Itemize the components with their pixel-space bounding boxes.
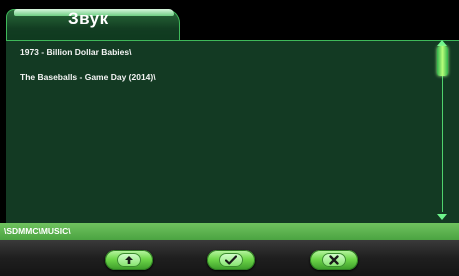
file-list: 1973 - Billion Dollar Babies\ The Baseba… [6,41,426,221]
scrollbar-track[interactable] [442,52,443,212]
list-item-folder-1[interactable]: 1973 - Billion Dollar Babies\ [20,47,131,57]
list-item-folder-2[interactable]: The Baseballs - Game Day (2014)\ [20,72,156,82]
scrollbar-thumb[interactable] [437,46,448,76]
checkmark-icon [225,255,237,265]
scroll-down-arrow-icon[interactable] [437,214,447,220]
file-list-panel: 1973 - Billion Dollar Babies\ The Baseba… [6,40,459,223]
path-bar: \SDMMC\MUSIC\ [0,223,459,240]
bottom-toolbar [0,240,459,276]
up-folder-button[interactable] [105,250,153,270]
current-path: \SDMMC\MUSIC\ [4,226,71,236]
close-button[interactable] [310,250,358,270]
close-icon [329,255,339,265]
arrow-up-icon [125,256,133,264]
confirm-button[interactable] [207,250,255,270]
tab-title: Звук [68,9,109,28]
audio-file-browser: Звук 1973 - Billion Dollar Babies\ The B… [0,0,459,276]
